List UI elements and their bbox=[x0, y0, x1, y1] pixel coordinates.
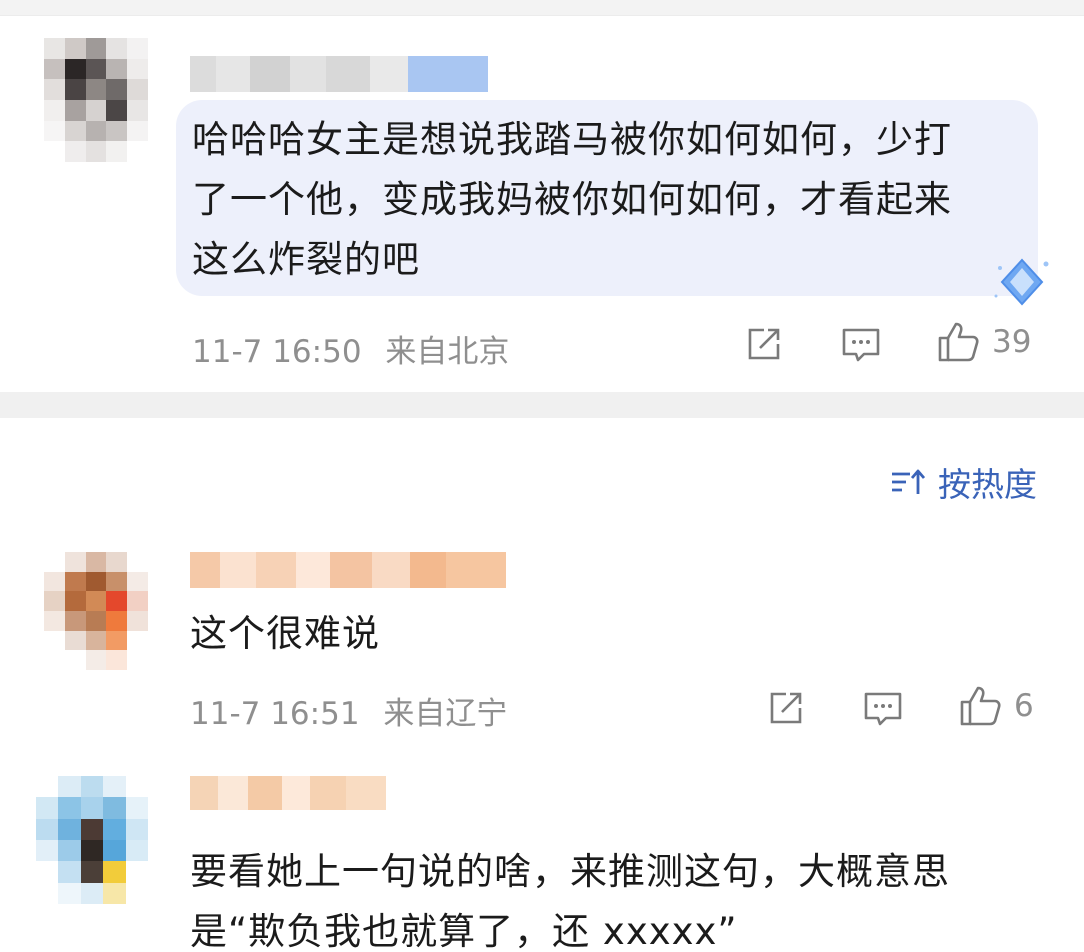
comment-meta: 11-7 16:51 来自辽宁 bbox=[190, 688, 507, 733]
like-count: 6 bbox=[1014, 688, 1034, 724]
comment-text-line: 是“欺负我也就算了，还 xxxxx” bbox=[190, 910, 738, 952]
section-divider bbox=[0, 392, 1084, 418]
avatar[interactable] bbox=[44, 552, 148, 670]
comment-text: 要看她上一句说的啥，来推测这句，大概意思 是“欺负我也就算了，还 xxxxx” bbox=[190, 842, 1050, 952]
avatar[interactable] bbox=[36, 776, 148, 904]
share-button[interactable] bbox=[744, 324, 784, 364]
top-separator bbox=[0, 0, 1084, 16]
comment-icon bbox=[864, 692, 902, 726]
comment-text: 哈哈哈女主是想说我踏马被你如何如何，少打 了一个他，变成我妈被你如何如何，才看起… bbox=[192, 110, 1032, 290]
thumbs-up-icon bbox=[938, 322, 979, 362]
comment-text-line: 这么炸裂的吧 bbox=[192, 238, 420, 281]
like-button[interactable]: 6 bbox=[958, 684, 1034, 728]
username-redacted[interactable] bbox=[190, 552, 506, 588]
thumbs-up-icon bbox=[960, 686, 1001, 726]
share-button[interactable] bbox=[766, 688, 806, 728]
comment-location: 来自北京 bbox=[385, 334, 510, 370]
comment-text-line: 了一个他，变成我妈被你如何如何，才看起来 bbox=[192, 178, 952, 221]
comment-text-line: 要看她上一句说的啥，来推测这句，大概意思 bbox=[190, 850, 950, 893]
comment-text-line: 哈哈哈女主是想说我踏马被你如何如何，少打 bbox=[192, 118, 952, 161]
share-icon bbox=[770, 692, 802, 724]
username-redacted[interactable] bbox=[190, 56, 488, 92]
share-icon bbox=[748, 328, 780, 360]
sort-by-hot-button[interactable]: 按热度 bbox=[890, 458, 1037, 506]
avatar[interactable] bbox=[44, 38, 148, 162]
comment-button[interactable] bbox=[840, 324, 882, 364]
comment-location: 来自辽宁 bbox=[383, 696, 508, 732]
diamond-badge-icon bbox=[990, 256, 1054, 308]
comment-time: 11-7 16:50 bbox=[192, 334, 362, 370]
comment-text-line: 这个很难说 bbox=[190, 612, 380, 655]
comment-button[interactable] bbox=[862, 688, 904, 728]
sort-label: 按热度 bbox=[938, 465, 1037, 504]
like-count: 39 bbox=[992, 324, 1032, 360]
sort-icon bbox=[892, 469, 926, 494]
comment-icon bbox=[842, 328, 880, 362]
comment-time: 11-7 16:51 bbox=[190, 696, 360, 732]
comment-text: 这个很难说 bbox=[190, 604, 1030, 664]
comment-meta: 11-7 16:50 来自北京 bbox=[192, 326, 509, 371]
like-button[interactable]: 39 bbox=[936, 320, 1031, 364]
username-redacted[interactable] bbox=[190, 776, 386, 810]
